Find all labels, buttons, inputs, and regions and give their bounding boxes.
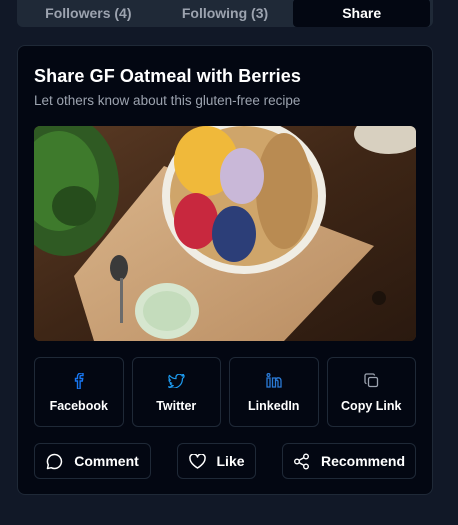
- tab-followers[interactable]: Followers (4): [20, 0, 157, 27]
- action-label: Comment: [74, 453, 139, 469]
- facebook-icon: [70, 372, 88, 390]
- comment-icon: [46, 452, 63, 470]
- card-subtitle: Let others know about this gluten-free r…: [34, 93, 301, 108]
- facebook-share-button[interactable]: Facebook: [34, 357, 124, 427]
- share-button-label: Copy Link: [341, 398, 402, 413]
- twitter-icon: [167, 372, 185, 390]
- share-button-label: Twitter: [156, 398, 197, 413]
- comment-button[interactable]: Comment: [34, 443, 151, 479]
- recommend-button[interactable]: Recommend: [282, 443, 416, 479]
- share-button-label: LinkedIn: [248, 398, 300, 413]
- action-label: Recommend: [320, 453, 406, 469]
- copy-icon: [362, 372, 380, 390]
- twitter-share-button[interactable]: Twitter: [131, 357, 221, 427]
- profile-tabs: Followers (4) Following (3) Share: [17, 0, 433, 27]
- share-buttons: Facebook Twitter LinkedIn Copy Link: [34, 357, 416, 427]
- tab-label: Share: [342, 4, 382, 21]
- like-button[interactable]: Like: [177, 443, 256, 479]
- tab-share[interactable]: Share: [293, 0, 431, 27]
- tab-following[interactable]: Following (3): [157, 0, 294, 27]
- recipe-photo: [34, 126, 416, 341]
- linkedin-share-button[interactable]: LinkedIn: [229, 357, 319, 427]
- action-buttons: Comment Like Recommend: [34, 443, 416, 479]
- share-button-label: Facebook: [49, 398, 108, 413]
- tab-label: Following (3): [181, 4, 269, 21]
- share-nodes-icon: [293, 452, 310, 470]
- linkedin-icon: [265, 372, 283, 390]
- card-title: Share GF Oatmeal with Berries: [34, 66, 301, 86]
- tab-label: Followers (4): [45, 4, 132, 21]
- heart-icon: [188, 452, 206, 470]
- share-recipe-card: Share GF Oatmeal with Berries Let others…: [17, 45, 433, 495]
- action-label: Like: [216, 453, 245, 469]
- copy-link-button[interactable]: Copy Link: [326, 357, 416, 427]
